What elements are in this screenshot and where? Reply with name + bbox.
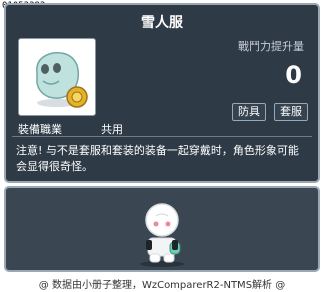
character-preview-panel <box>4 186 320 272</box>
tag-armor: 防具 <box>232 103 266 121</box>
character-avatar-icon <box>140 203 184 267</box>
job-label: 裝備職業 <box>18 123 62 136</box>
footer-credit: @ 数据由小册子整理，WzComparerR2-NTMS解析 @ <box>38 280 286 291</box>
job-value: 共用 <box>101 123 123 136</box>
combat-power-label: 戰鬥力提升量 <box>238 40 304 53</box>
item-name: 雪人服 <box>141 15 183 31</box>
divider <box>12 136 312 137</box>
combat-power-value: 0 <box>285 61 302 89</box>
tag-set: 套服 <box>274 103 308 121</box>
item-tooltip: 雪人服 裝備職業 共用 戰鬥力提升量 0 防具 套服 注意! 与不是套服和套装的… <box>4 3 320 183</box>
item-icon-frame <box>18 38 96 116</box>
notice-text: 注意! 与不是套服和套装的装备一起穿戴时，角色形象可能会显得很奇怪。 <box>16 144 299 173</box>
snowman-suit-icon <box>36 52 88 108</box>
